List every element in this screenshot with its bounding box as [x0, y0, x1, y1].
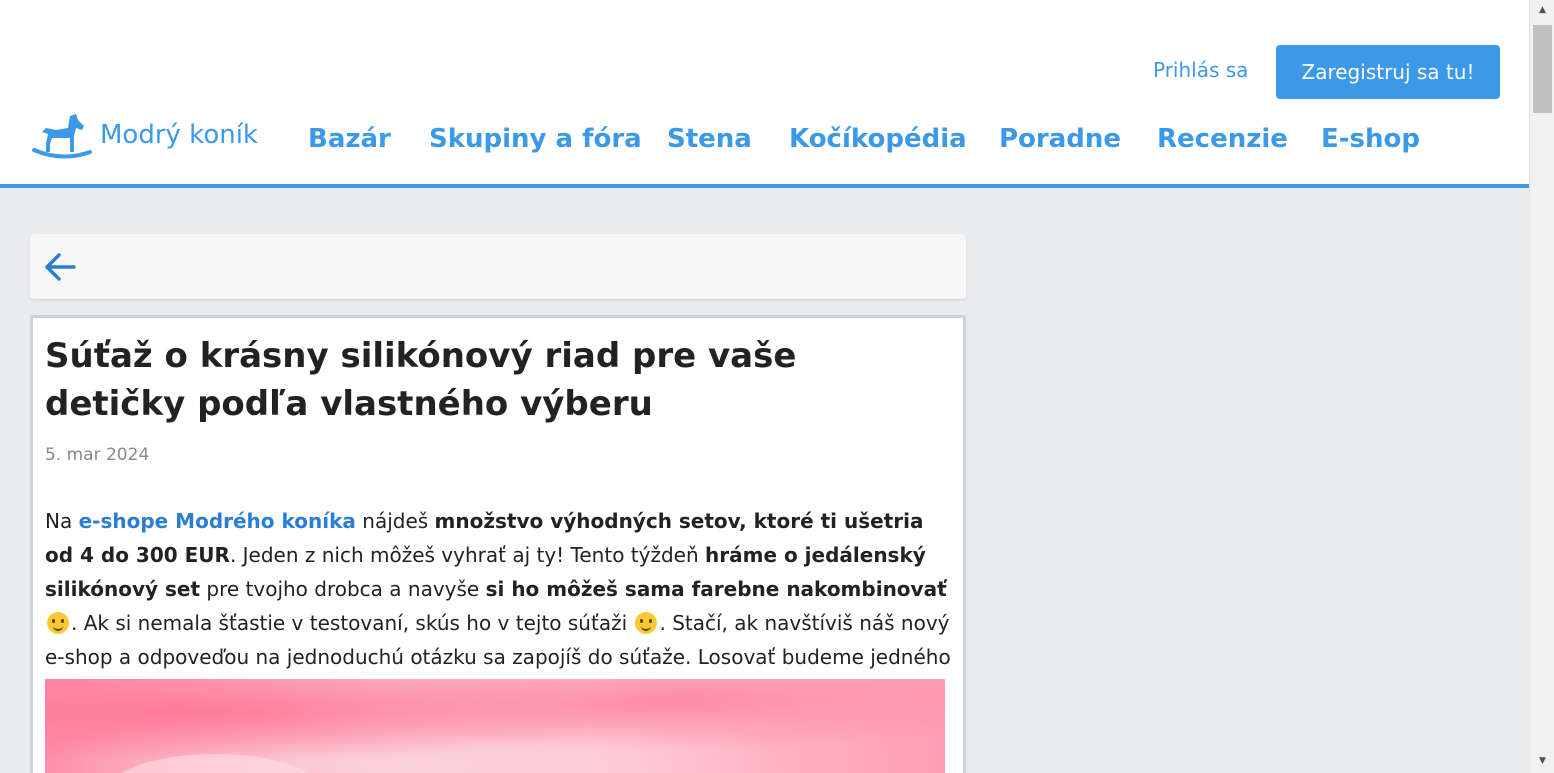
promo-image[interactable]: [45, 679, 945, 773]
nav-kocikopedia[interactable]: Kočíkopédia: [789, 124, 967, 154]
scroll-down-icon[interactable]: ▼: [1530, 753, 1554, 769]
nav-bazar[interactable]: Bazár: [308, 124, 391, 154]
body-text-2: nájdeš: [355, 509, 435, 533]
nav-eshop[interactable]: E-shop: [1321, 124, 1420, 154]
eshop-link[interactable]: e-shope Modrého koníka: [79, 509, 356, 533]
body-bold-3: si ho môžeš sama farebne nakombinovať: [485, 577, 947, 601]
back-bar: [30, 234, 966, 299]
article-body: Na e-shope Modrého koníka nájdeš množstv…: [45, 504, 955, 708]
body-text-3: . Jeden z nich môžeš vyhrať aj ty! Tento…: [229, 543, 705, 567]
article-title: Súťaž o krásny silikónový riad pre vaše …: [45, 336, 797, 424]
article-date: 5. mar 2024: [45, 445, 150, 465]
logo[interactable]: Modrý koník: [30, 112, 258, 164]
scroll-up-icon[interactable]: ▲: [1530, 2, 1554, 18]
nav-recenzie[interactable]: Recenzie: [1157, 124, 1288, 154]
article-card: Súťaž o krásny silikónový riad pre vaše …: [30, 315, 966, 773]
logo-text: Modrý koník: [100, 120, 258, 150]
nav-stena[interactable]: Stena: [667, 124, 752, 154]
nav-poradne[interactable]: Poradne: [999, 124, 1121, 154]
body-text-1: Na: [45, 509, 79, 533]
register-button[interactable]: Zaregistruj sa tu!: [1276, 45, 1500, 99]
site-header: Prihlás sa Zaregistruj sa tu! Modrý koní…: [0, 0, 1529, 188]
arrow-left-icon[interactable]: [42, 249, 78, 285]
smiling-face-icon: [47, 612, 69, 634]
nav-skupiny-a-fora[interactable]: Skupiny a fóra: [429, 124, 642, 154]
smiling-face-icon: [635, 612, 658, 634]
body-text-5: . Ak si nemala šťastie v testovaní, skús…: [71, 611, 634, 635]
login-link[interactable]: Prihlás sa: [1153, 58, 1248, 82]
scrollbar[interactable]: ▲ ▼: [1529, 0, 1554, 773]
body-text-4: pre tvojho drobca a navyše: [200, 577, 486, 601]
rocking-horse-icon: [32, 114, 92, 159]
scrollbar-thumb[interactable]: [1533, 25, 1552, 113]
